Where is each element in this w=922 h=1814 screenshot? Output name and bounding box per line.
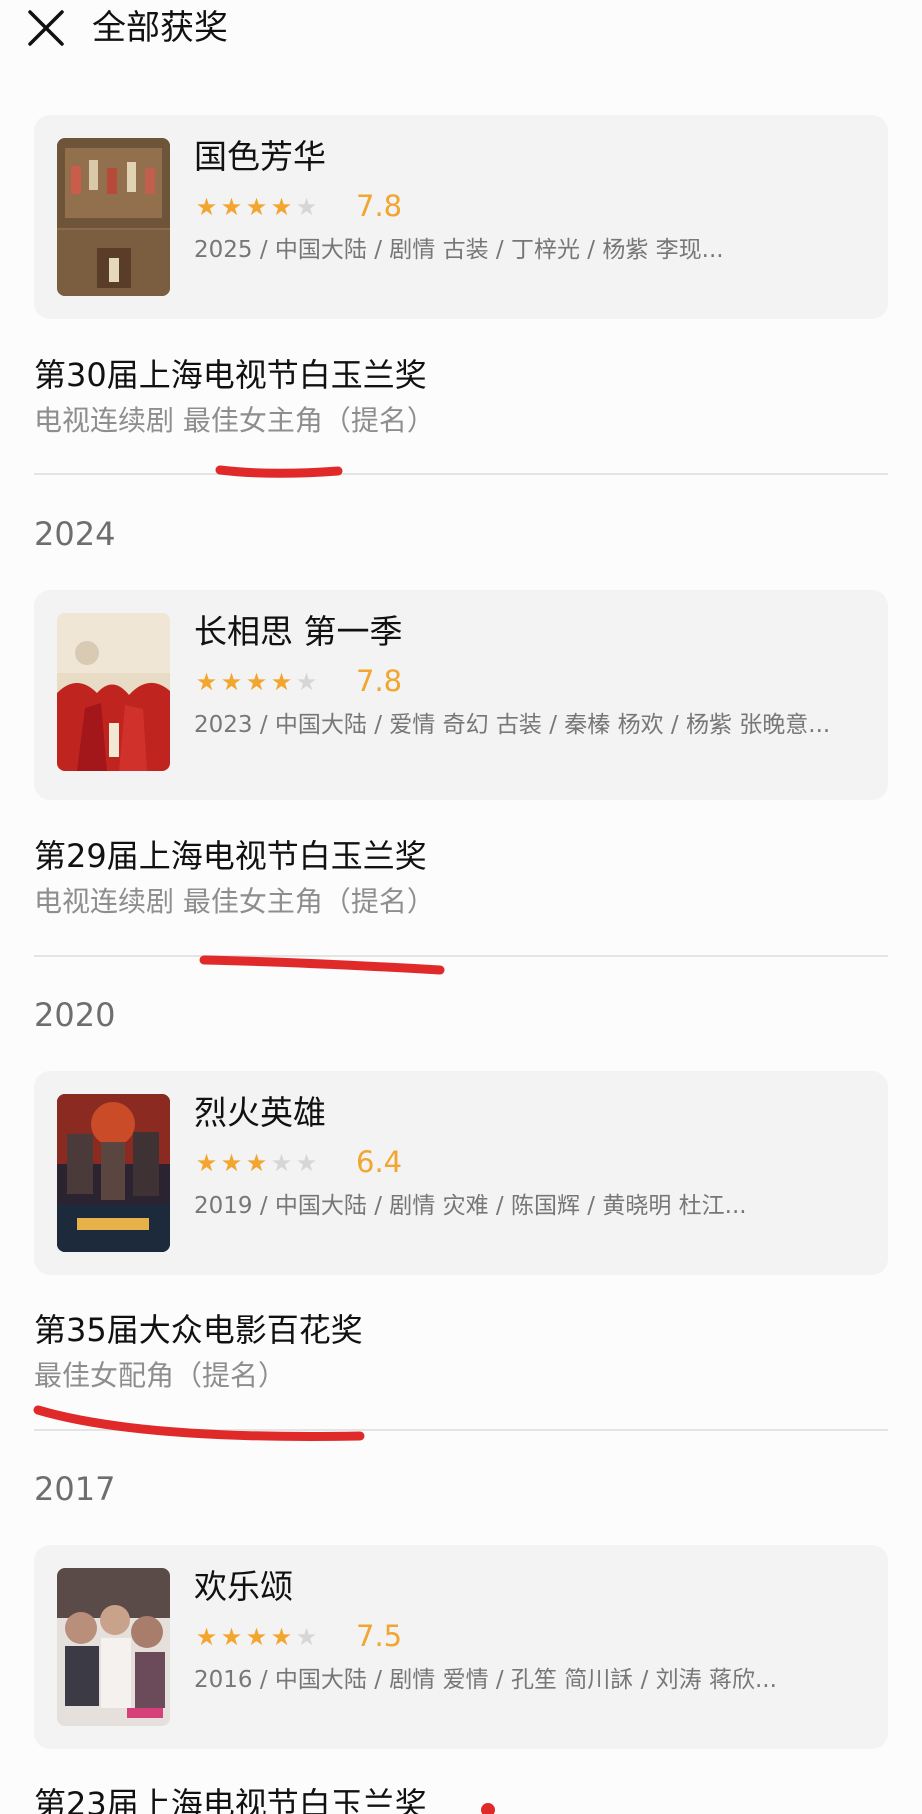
work-title: 国色芳华	[194, 137, 326, 176]
award-category: 电视连续剧 最佳女主角（提名）	[34, 404, 435, 437]
work-title: 烈火英雄	[194, 1093, 326, 1132]
highlight-underline	[33, 1405, 365, 1441]
year-heading: 2017	[34, 1470, 116, 1508]
rating-stars: ★ ★ ★ ★ ★	[194, 668, 319, 696]
award-category: 电视连续剧 最佳女主角（提名）	[34, 885, 435, 918]
work-card[interactable]: 国色芳华 ★ ★ ★ ★ ★ 7.8 2025 / 中国大陆 / 剧情 古装 / 丁梓光…	[34, 115, 888, 319]
star-filled-icon: ★	[270, 193, 293, 221]
work-card[interactable]: 长相思 第一季 ★ ★ ★ ★ ★ 7.8 2023 / 中国大陆 / 爱情 奇幻 古装…	[34, 590, 888, 800]
rating-stars: ★ ★ ★ ★ ★	[194, 1149, 319, 1177]
poster-image	[57, 1568, 170, 1726]
divider	[34, 1429, 888, 1431]
highlight-underline	[199, 955, 445, 975]
star-empty-icon: ★	[295, 1149, 318, 1177]
top-bar: 全部获奖	[0, 0, 922, 60]
star-filled-icon: ★	[195, 668, 218, 696]
close-icon[interactable]	[26, 8, 66, 48]
highlight-dot	[481, 1803, 495, 1814]
star-filled-icon: ★	[195, 1623, 218, 1651]
award-name: 第30届上海电视节白玉兰奖	[34, 356, 427, 394]
work-card[interactable]: 欢乐颂 ★ ★ ★ ★ ★ 7.5 2016 / 中国大陆 / 剧情 爱情 / 孔笙 简…	[34, 1545, 888, 1749]
star-filled-icon: ★	[270, 1623, 293, 1651]
star-empty-icon: ★	[295, 668, 318, 696]
page-title: 全部获奖	[92, 8, 228, 48]
star-empty-icon: ★	[295, 1623, 318, 1651]
work-card[interactable]: 烈火英雄 ★ ★ ★ ★ ★ 6.4 2019 / 中国大陆 / 剧情 灾难 / 陈国辉…	[34, 1071, 888, 1275]
star-empty-icon: ★	[270, 1149, 293, 1177]
rating-score: 7.8	[356, 189, 403, 223]
award-name: 第29届上海电视节白玉兰奖	[34, 837, 427, 875]
rating-stars: ★ ★ ★ ★ ★	[194, 1623, 319, 1651]
rating-score: 7.8	[356, 664, 403, 698]
star-filled-icon: ★	[245, 1149, 268, 1177]
rating-stars: ★ ★ ★ ★ ★	[194, 193, 319, 221]
star-filled-icon: ★	[270, 668, 293, 696]
work-meta: 2023 / 中国大陆 / 爱情 奇幻 古装 / 秦榛 杨欢 / 杨紫 张晚意.…	[194, 712, 831, 738]
divider	[34, 473, 888, 475]
work-meta: 2025 / 中国大陆 / 剧情 古装 / 丁梓光 / 杨紫 李现...	[194, 237, 724, 263]
year-heading: 2024	[34, 515, 116, 553]
poster-image	[57, 138, 170, 296]
work-meta: 2016 / 中国大陆 / 剧情 爱情 / 孔笙 简川訸 / 刘涛 蒋欣...	[194, 1667, 777, 1693]
star-filled-icon: ★	[220, 1149, 243, 1177]
star-empty-icon: ★	[295, 193, 318, 221]
work-meta: 2019 / 中国大陆 / 剧情 灾难 / 陈国辉 / 黄晓明 杜江...	[194, 1193, 747, 1219]
rating-score: 6.4	[356, 1145, 403, 1179]
poster-image	[57, 613, 170, 771]
star-filled-icon: ★	[245, 668, 268, 696]
star-filled-icon: ★	[220, 1623, 243, 1651]
star-filled-icon: ★	[220, 668, 243, 696]
star-filled-icon: ★	[245, 1623, 268, 1651]
rating-score: 7.5	[356, 1619, 403, 1653]
work-title: 长相思 第一季	[194, 612, 403, 651]
star-filled-icon: ★	[195, 1149, 218, 1177]
star-filled-icon: ★	[245, 193, 268, 221]
poster-image	[57, 1094, 170, 1252]
work-title: 欢乐颂	[194, 1567, 293, 1606]
star-filled-icon: ★	[195, 193, 218, 221]
year-heading: 2020	[34, 996, 116, 1034]
award-name: 第23届上海电视节白玉兰奖	[34, 1785, 427, 1814]
award-name: 第35届大众电影百花奖	[34, 1311, 363, 1349]
award-category: 最佳女配角（提名）	[34, 1359, 287, 1392]
divider	[34, 955, 888, 957]
star-filled-icon: ★	[220, 193, 243, 221]
